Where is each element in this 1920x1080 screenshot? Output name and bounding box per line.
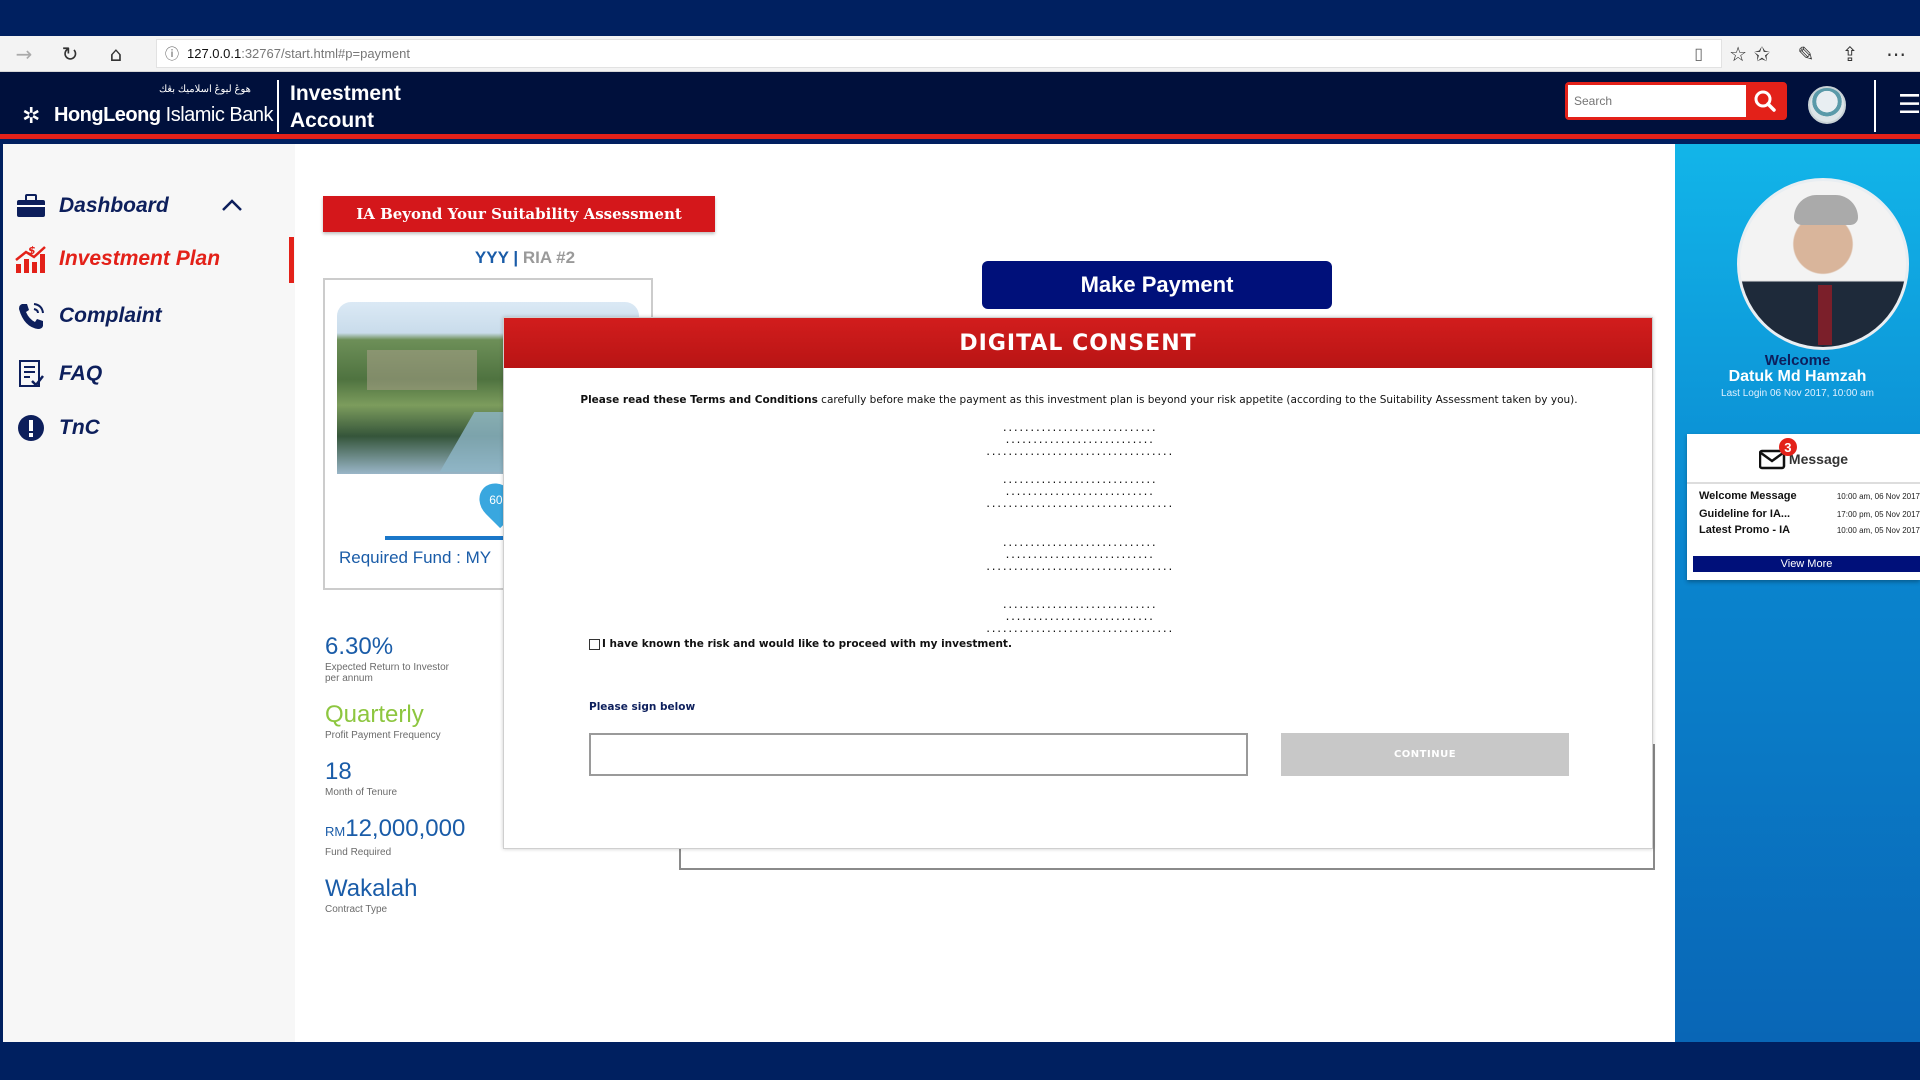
search-box	[1565, 82, 1787, 120]
growth-chart-icon: $	[13, 241, 49, 277]
sidebar-item-label: Complaint	[59, 304, 162, 327]
consent-checkbox[interactable]	[589, 638, 600, 650]
checklist-icon	[13, 356, 49, 392]
header-divider-right	[1874, 80, 1876, 132]
sidebar-item-label: Dashboard	[59, 194, 169, 217]
consent-row: I have known the risk and would like to …	[589, 638, 1012, 650]
svg-text:$: $	[28, 244, 36, 257]
terms-placeholder-block: ........................................…	[985, 600, 1173, 635]
sidebar-item-label: Investment Plan	[59, 247, 221, 270]
plan-code: YYY | RIA #2	[474, 248, 576, 267]
signature-pad[interactable]	[589, 733, 1248, 776]
contract-type-value: Wakalah	[325, 875, 418, 902]
briefcase-icon	[13, 188, 49, 224]
sidebar: Dashboard $ Investment Plan Complaint FA…	[3, 144, 295, 1042]
search-button[interactable]	[1746, 85, 1784, 117]
window-bottom-bar	[0, 1042, 1920, 1080]
forward-icon[interactable]: →	[4, 36, 44, 72]
view-more-button[interactable]: View More	[1693, 556, 1920, 572]
exclamation-icon	[13, 410, 49, 446]
sidebar-item-faq[interactable]: FAQ	[13, 352, 293, 396]
more-menu-icon[interactable]: ⋯	[1876, 36, 1916, 72]
message-card: 3 Message Welcome Message 10:00 am, 06 No…	[1687, 434, 1920, 580]
refresh-icon[interactable]: ↻	[50, 36, 90, 72]
contract-type-label: Contract Type	[325, 904, 388, 915]
logo-arabic-text: هوڠ ليوڠ اسلاميك بڠك	[159, 84, 251, 95]
sidebar-item-complaint[interactable]: Complaint	[13, 294, 293, 338]
profile-panel: Welcome Datuk Md Hamzah Last Login 06 No…	[1675, 144, 1920, 1042]
address-bar[interactable]: ⓘ 127.0.0.1 :32767/start.html#p=payment …	[156, 39, 1747, 68]
share-icon[interactable]: ⇪	[1830, 36, 1870, 72]
sidebar-item-dashboard[interactable]: Dashboard	[13, 184, 293, 228]
message-item[interactable]: Guideline for IA... 17:00 pm, 05 Nov 2017	[1699, 508, 1920, 524]
user-name: Datuk Md Hamzah	[1728, 368, 1867, 385]
sidebar-item-investment-plan[interactable]: $ Investment Plan	[13, 237, 293, 281]
phone-icon	[13, 298, 49, 334]
consent-label: I have known the risk and would like to …	[602, 638, 1012, 650]
home-icon[interactable]: ⌂	[96, 36, 136, 72]
site-info-icon[interactable]: ⓘ	[157, 44, 187, 64]
app-header: هوڠ ليوڠ اسلاميك بڠك ✲ HongLeong Islamic…	[0, 72, 1920, 139]
user-portrait	[1737, 178, 1909, 350]
sidebar-item-tnc[interactable]: TnC	[13, 406, 293, 450]
app-title: Investment Account	[290, 82, 401, 132]
terms-placeholder-block: ........................................…	[985, 423, 1173, 458]
last-login: Last Login 06 Nov 2017, 10:00 am	[1721, 388, 1874, 399]
hamburger-menu-icon[interactable]: ☰	[1898, 90, 1920, 120]
sign-label: Please sign below	[589, 701, 696, 713]
digital-consent-modal: DIGITAL CONSENT Please read these Terms …	[503, 317, 1653, 849]
favorites-list-icon[interactable]: ✩	[1742, 36, 1782, 72]
required-fund-label: Required Fund : MY	[339, 548, 492, 567]
profile-avatar[interactable]	[1808, 86, 1846, 124]
sidebar-item-label: FAQ	[59, 362, 103, 385]
pen-icon[interactable]: ✎	[1786, 36, 1826, 72]
message-header[interactable]: 3 Message	[1687, 438, 1920, 470]
expected-return-label: Expected Return to Investor per annum	[325, 662, 449, 684]
sidebar-item-label: TnC	[59, 416, 100, 439]
active-indicator	[289, 237, 294, 283]
message-item[interactable]: Welcome Message 10:00 am, 06 Nov 2017	[1699, 490, 1920, 506]
unread-badge: 3	[1778, 438, 1797, 456]
terms-placeholder-block: ........................................…	[985, 475, 1173, 510]
terms-placeholder-block: ........................................…	[985, 538, 1173, 573]
logo-mark-icon: ✲	[22, 104, 41, 129]
url-host: 127.0.0.1	[187, 46, 242, 61]
url-path: :32767/start.html#p=payment	[241, 46, 410, 61]
search-icon	[1754, 90, 1776, 112]
suitability-badge: IA Beyond Your Suitability Assessment	[323, 196, 715, 232]
modal-title: DIGITAL CONSENT	[504, 318, 1652, 368]
search-input[interactable]	[1568, 85, 1746, 117]
envelope-icon: 3	[1758, 438, 1797, 470]
welcome-text: Welcome	[1764, 352, 1831, 369]
bank-logo[interactable]: هوڠ ليوڠ اسلاميك بڠك ✲ HongLeong Islamic…	[22, 84, 274, 129]
divider	[1687, 482, 1920, 484]
header-divider	[277, 80, 279, 132]
message-title: Message	[1788, 451, 1849, 467]
browser-toolbar: → ↻ ⌂ ⓘ 127.0.0.1 :32767/start.html#p=pa…	[0, 36, 1920, 72]
reading-view-icon[interactable]: ▯	[1694, 44, 1703, 64]
continue-button[interactable]: CONTINUE	[1281, 733, 1569, 776]
make-payment-button[interactable]: Make Payment	[982, 261, 1332, 309]
logo-bank-name: HongLeong Islamic Bank	[54, 104, 274, 126]
chevron-up-icon[interactable]	[221, 194, 243, 218]
window-top-bar	[0, 0, 1920, 36]
message-item[interactable]: Latest Promo - IA 10:00 am, 05 Nov 2017	[1699, 524, 1920, 540]
terms-text: Please read these Terms and Conditions c…	[580, 394, 1578, 406]
